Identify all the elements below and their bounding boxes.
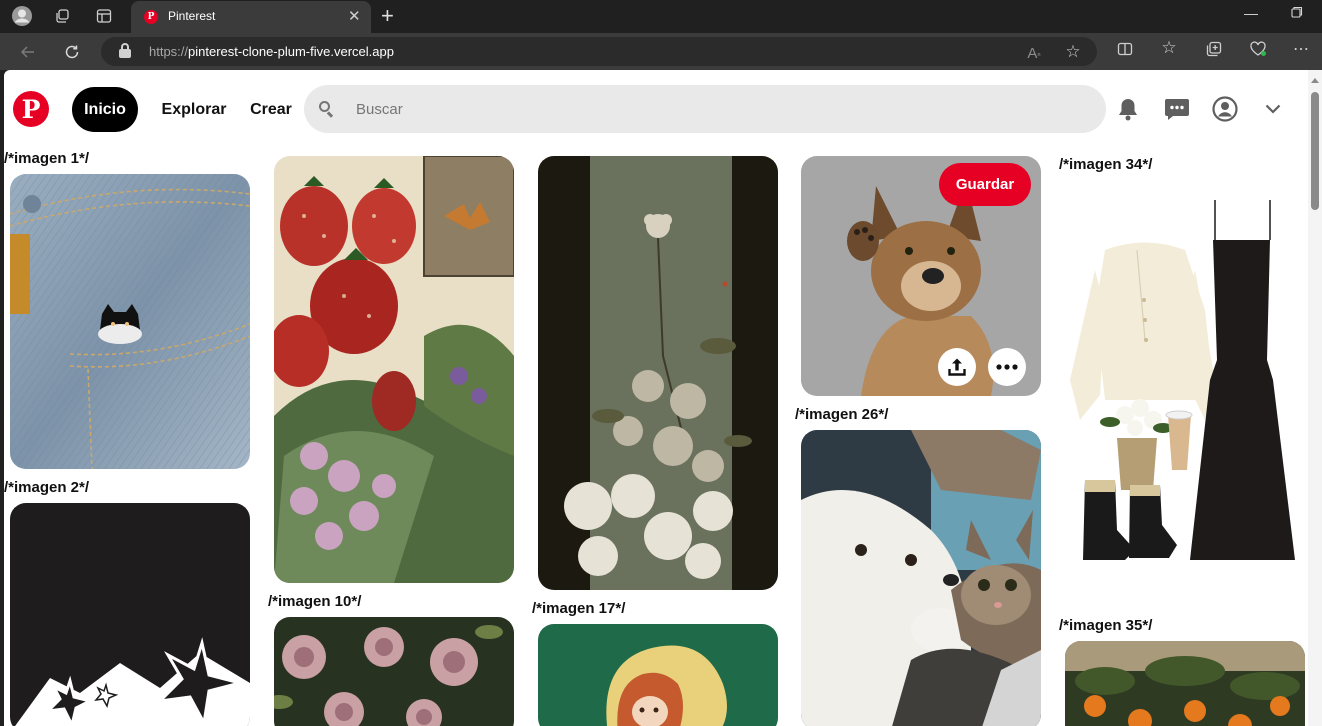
settings-more-icon[interactable]: ⋯ <box>1290 39 1312 59</box>
pin-image-roses-dark[interactable] <box>274 617 514 726</box>
more-dots-icon <box>996 364 1018 370</box>
page-scrollbar[interactable] <box>1308 70 1322 726</box>
pin-image-outfit[interactable] <box>1065 180 1305 610</box>
pin-image-2-stars[interactable] <box>10 503 250 726</box>
pin-image-dog-and-cat[interactable] <box>801 430 1041 726</box>
pin-image-puppy[interactable]: Guardar <box>801 156 1041 396</box>
nav-explore-button[interactable]: Explorar <box>154 87 234 132</box>
lock-icon[interactable] <box>119 43 131 58</box>
url-field[interactable]: https://pinterest-clone-plum-five.vercel… <box>101 37 1097 66</box>
pin-label-2: /*imagen 2*/ <box>4 479 90 496</box>
browser-tab-bar: P Pinterest ✕ + — <box>0 0 1322 33</box>
messages-icon[interactable] <box>1163 95 1191 123</box>
browser-tab-pinterest[interactable]: P Pinterest ✕ <box>131 1 371 33</box>
profile-icon[interactable] <box>1211 95 1239 123</box>
close-tab-icon[interactable]: ✕ <box>348 7 361 25</box>
pin-image-anime-green[interactable] <box>538 624 778 726</box>
search-bar[interactable] <box>304 85 1106 133</box>
pin-label-1: /*imagen 1*/ <box>4 150 90 167</box>
pin-label-35: /*imagen 35*/ <box>1059 617 1153 634</box>
split-screen-icon[interactable] <box>1114 41 1136 61</box>
tab-title: Pinterest <box>168 9 216 23</box>
favorites-icon[interactable]: ☆ <box>1158 38 1180 58</box>
restore-window-icon[interactable] <box>1282 5 1312 21</box>
save-pin-button[interactable]: Guardar <box>939 163 1031 206</box>
read-aloud-icon[interactable]: Aⁿ <box>1023 45 1045 62</box>
minimize-window-icon[interactable]: — <box>1236 5 1266 21</box>
more-options-pin-button[interactable] <box>988 348 1026 386</box>
nav-home-button[interactable]: Inicio <box>72 87 138 132</box>
pin-image-1-denim-cat[interactable] <box>10 174 250 469</box>
pin-image-oranges[interactable] <box>1065 641 1305 726</box>
pin-image-flowers-panel[interactable] <box>538 156 778 590</box>
browser-essentials-icon[interactable] <box>1247 41 1269 61</box>
refresh-icon[interactable] <box>60 40 84 64</box>
tab-actions-icon[interactable] <box>92 5 116 27</box>
search-icon <box>319 101 334 118</box>
account-chevron-down-icon[interactable] <box>1259 95 1287 123</box>
workspaces-icon[interactable] <box>50 5 74 27</box>
notifications-bell-icon[interactable] <box>1114 95 1142 123</box>
new-tab-icon[interactable]: + <box>381 3 394 29</box>
pin-image-strawberries[interactable] <box>274 156 514 583</box>
search-input[interactable] <box>356 98 1056 120</box>
share-pin-button[interactable] <box>938 348 976 386</box>
pinterest-favicon-icon: P <box>144 10 158 24</box>
url-text: https://pinterest-clone-plum-five.vercel… <box>149 44 394 59</box>
favorite-star-icon[interactable]: ☆ <box>1062 42 1084 62</box>
pinterest-logo[interactable]: P <box>13 91 49 127</box>
back-icon[interactable] <box>16 40 40 64</box>
profile-avatar-icon[interactable] <box>10 5 34 27</box>
collections-icon[interactable] <box>1203 41 1225 61</box>
scroll-up-arrow-icon[interactable] <box>1311 78 1319 83</box>
pin-label-34: /*imagen 34*/ <box>1059 156 1153 173</box>
scrollbar-thumb[interactable] <box>1311 92 1319 210</box>
pin-label-17: /*imagen 17*/ <box>532 600 626 617</box>
page-viewport: P Inicio Explorar Crear /*imagen 1*/ <box>4 70 1322 726</box>
share-upload-icon <box>948 358 966 376</box>
pin-label-26: /*imagen 26*/ <box>795 406 889 423</box>
pin-label-10: /*imagen 10*/ <box>268 593 362 610</box>
browser-address-bar: https://pinterest-clone-plum-five.vercel… <box>0 33 1322 70</box>
nav-create-button[interactable]: Crear <box>242 87 300 132</box>
